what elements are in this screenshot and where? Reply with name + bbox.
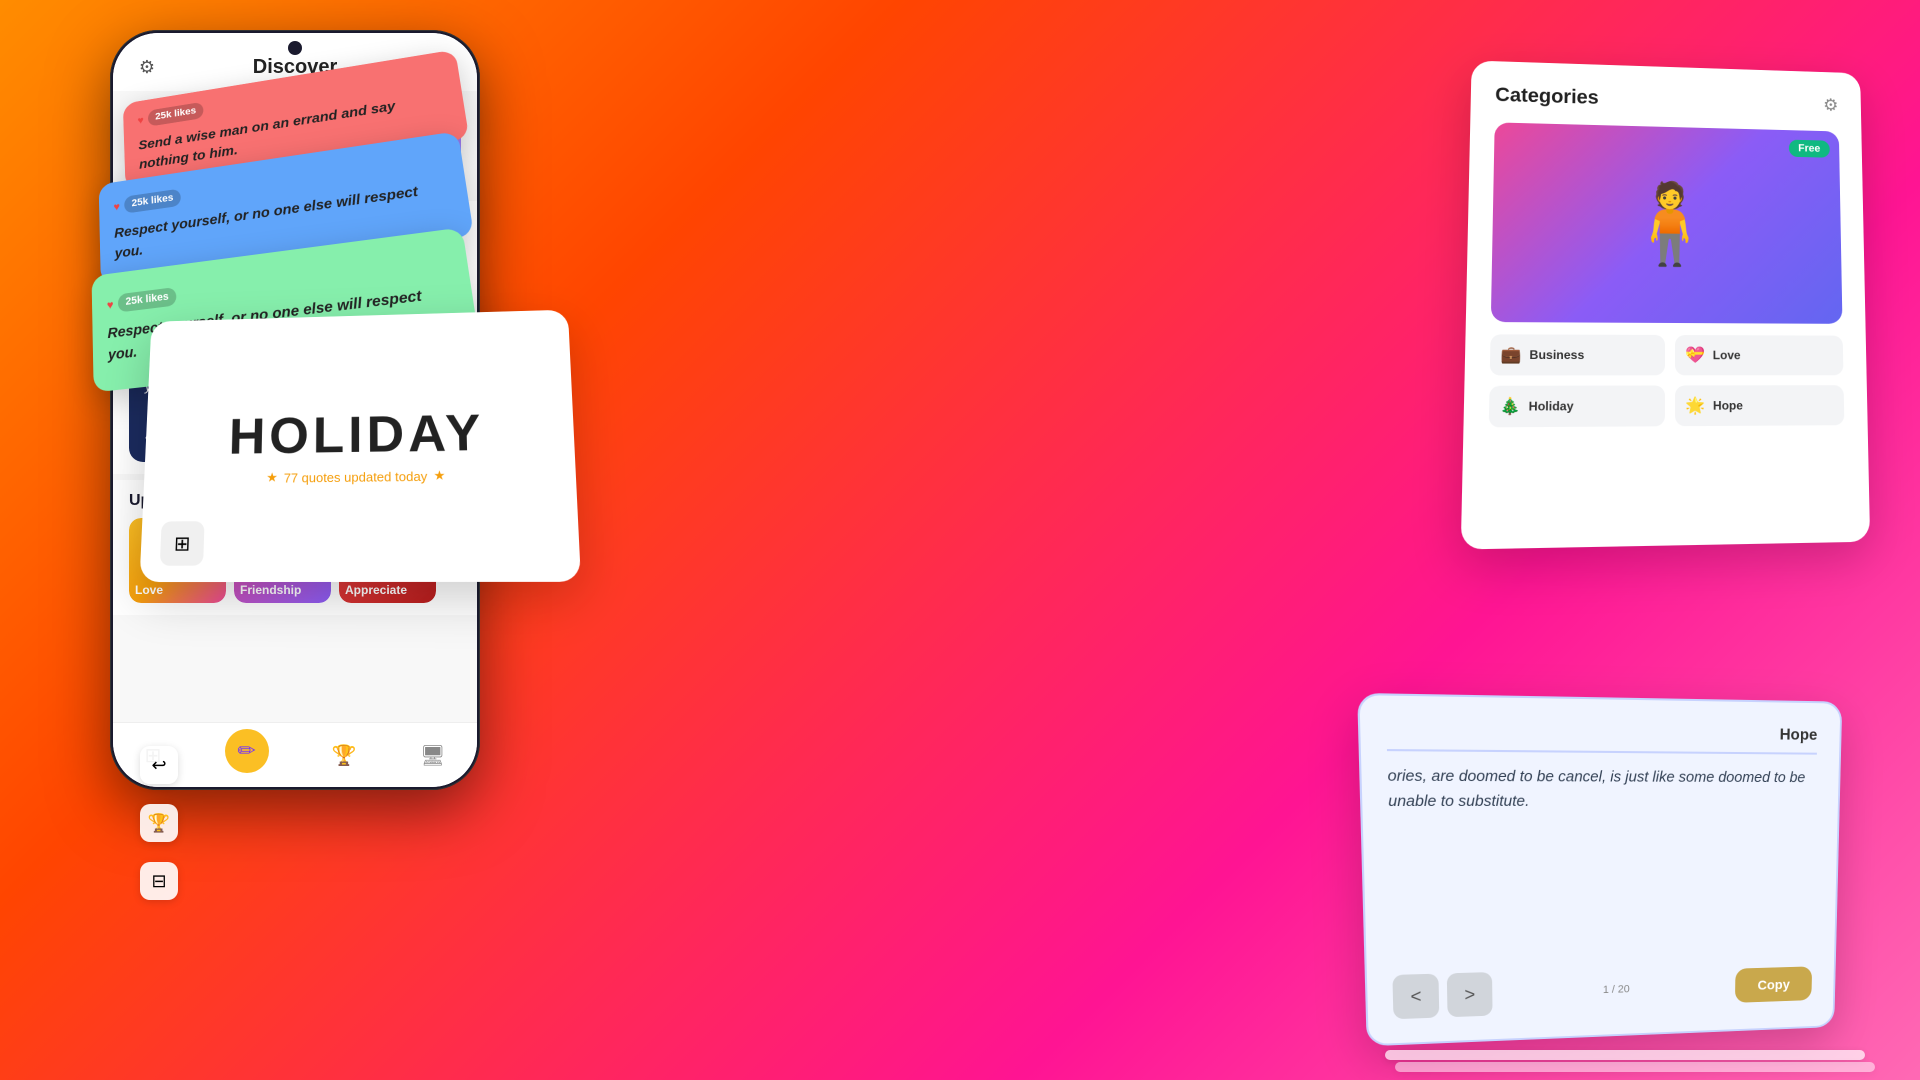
library-icon: 🖥 — [420, 743, 445, 768]
card-stack-shadow-1 — [1385, 1050, 1865, 1060]
friendship-label: Friendship — [240, 583, 301, 597]
business-label: Business — [1529, 348, 1584, 362]
copy-button[interactable]: Copy — [1735, 966, 1812, 1002]
nav-discover[interactable]: ✏ — [225, 737, 269, 773]
side-trophy-icon[interactable]: 🏆 — [140, 804, 178, 842]
holiday-title: HOLIDAY — [228, 403, 485, 466]
quote-page-number: 1 / 20 — [1603, 983, 1630, 996]
quote-prev-button[interactable]: < — [1392, 974, 1439, 1020]
category-business[interactable]: 💼 Business — [1490, 334, 1665, 375]
quote-detail-bottom: < > 1 / 20 Copy — [1392, 963, 1812, 1020]
holiday-icon-row: ⊞ — [160, 521, 205, 566]
side-bookmark-icon[interactable]: ⊟ — [140, 862, 178, 900]
fq2-likes-count: 25k likes — [124, 189, 181, 214]
categories-photo: 🧍 Free — [1491, 122, 1843, 323]
categories-card: Categories ⚙ 🧍 Free 💼 Business 💝 Love 🎄 … — [1461, 60, 1870, 549]
categories-header: Categories ⚙ — [1495, 84, 1839, 116]
fq3-likes-count: 25k likes — [118, 287, 177, 312]
holiday-icon: 🎄 — [1499, 396, 1520, 417]
quote-nav-buttons: < > — [1392, 972, 1492, 1019]
holiday-star-row: ★ 77 quotes updated today ★ — [266, 468, 445, 486]
fq3-heart-icon: ♥ — [107, 295, 114, 313]
business-icon: 💼 — [1500, 345, 1521, 366]
star-icon: ★ — [266, 470, 278, 486]
appreciate-label: Appreciate — [345, 583, 407, 597]
quote-detail-card: Hope ories, are doomed to be cancel, is … — [1357, 693, 1842, 1046]
category-love[interactable]: 💝 Love — [1675, 335, 1843, 375]
love-cat-label: Love — [1713, 348, 1741, 362]
quote-next-button[interactable]: > — [1447, 972, 1493, 1017]
side-refresh-icon[interactable]: ↩ — [140, 746, 178, 784]
settings-icon[interactable]: ⚙ — [133, 53, 161, 81]
categories-grid: 💼 Business 💝 Love 🎄 Holiday 🌟 Hope — [1489, 334, 1845, 427]
category-holiday[interactable]: 🎄 Holiday — [1489, 385, 1665, 427]
trophy-icon: 🏆 — [332, 743, 357, 768]
fq2-heart-icon: ♥ — [113, 198, 120, 215]
holiday-label: Holiday — [1529, 399, 1574, 414]
holiday-quote-count: 77 quotes updated today — [284, 468, 428, 485]
holiday-card: HOLIDAY ★ 77 quotes updated today ★ ⊞ — [139, 310, 581, 582]
nav-library[interactable]: 🖥 — [420, 743, 445, 768]
hope-label: Hope — [1713, 398, 1743, 412]
free-badge: Free — [1789, 140, 1830, 158]
hope-icon: 🌟 — [1685, 396, 1705, 416]
fq1-heart-icon: ♥ — [137, 112, 144, 128]
nav-trophy[interactable]: 🏆 — [332, 743, 357, 768]
person-illustration: 🧍 — [1620, 177, 1719, 271]
love-cat-icon: 💝 — [1685, 345, 1705, 365]
fq1-likes-count: 25k likes — [148, 102, 204, 126]
card-stack-shadow-2 — [1395, 1062, 1875, 1072]
quote-category-label: Hope — [1386, 721, 1817, 745]
pencil-icon: ✏ — [237, 738, 255, 764]
love-label: Love — [135, 583, 163, 597]
side-icons-panel: ↩ 🏆 ⊟ — [140, 746, 178, 900]
categories-settings-icon[interactable]: ⚙ — [1823, 95, 1839, 115]
quote-detail-text: ories, are doomed to be cancel, is just … — [1387, 764, 1816, 959]
star-icon-2: ★ — [433, 468, 445, 484]
phone-notch — [288, 41, 302, 55]
holiday-grid-icon[interactable]: ⊞ — [160, 521, 205, 566]
discover-active-circle: ✏ — [225, 729, 269, 773]
categories-title: Categories — [1495, 84, 1599, 109]
category-hope[interactable]: 🌟 Hope — [1675, 385, 1844, 426]
